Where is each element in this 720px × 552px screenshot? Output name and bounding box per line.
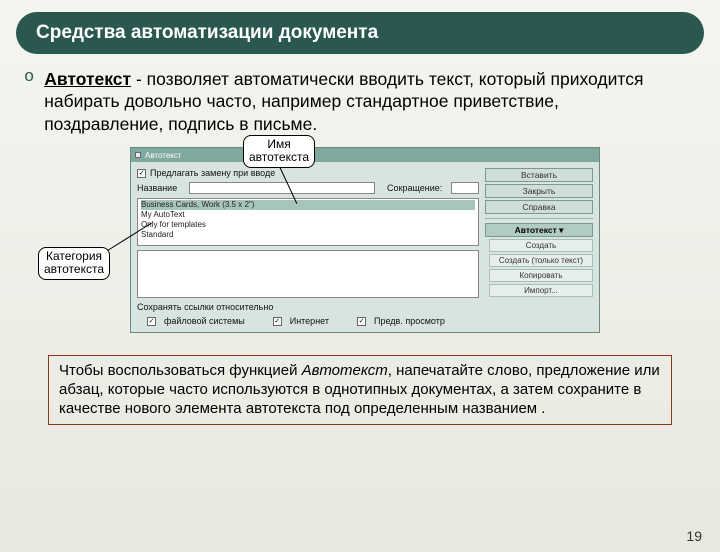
import-button[interactable]: Импорт...: [489, 284, 593, 297]
dialog-title: Автотекст: [145, 151, 182, 160]
screenshot-wrapper: Имя автотекста Категория автотекста Авто…: [48, 147, 682, 333]
callout-category-text: Категория автотекста: [44, 249, 104, 276]
list-item[interactable]: My AutoText: [141, 210, 475, 220]
sys-icon: [135, 152, 141, 158]
callout-name: Имя автотекста: [243, 135, 315, 167]
shortcut-label: Сокращение:: [387, 183, 447, 193]
category-listbox[interactable]: Business Cards, Work (3.5 x 2") My AutoT…: [137, 198, 479, 246]
callout-category: Категория автотекста: [38, 247, 110, 279]
dialog-buttons: Вставить Закрыть Справка Автотекст ▾ Соз…: [485, 168, 593, 326]
list-item[interactable]: Business Cards, Work (3.5 x 2"): [141, 200, 475, 210]
bullet-text: - позволяет автоматически вводить текст,…: [44, 69, 643, 134]
radio-fs: файловой системы: [164, 316, 245, 326]
name-input[interactable]: [189, 182, 375, 194]
autotext-dialog: Автотекст ✓ Предлагать замену при вводе …: [130, 147, 600, 333]
slide-title: Средства автоматизации документа: [36, 22, 378, 43]
note-box: Чтобы воспользоваться функцией Автотекст…: [48, 355, 672, 425]
preview-label: Предв. просмотр: [374, 316, 445, 326]
fs-checkbox[interactable]: ✓: [147, 317, 156, 326]
dialog-left: ✓ Предлагать замену при вводе Название С…: [137, 168, 479, 326]
new-text-button[interactable]: Создать (только текст): [489, 254, 593, 267]
slide-title-bar: Средства автоматизации документа: [16, 12, 704, 54]
page-number: 19: [686, 528, 702, 544]
shortcut-input[interactable]: [451, 182, 479, 194]
radio-inet: Интернет: [290, 316, 329, 326]
new-button[interactable]: Создать: [489, 239, 593, 252]
help-button[interactable]: Справка: [485, 200, 593, 214]
note-prefix: Чтобы воспользоваться функцией: [59, 362, 302, 379]
preview-box: [137, 250, 479, 298]
bullet-marker: o: [24, 68, 34, 135]
close-button[interactable]: Закрыть: [485, 184, 593, 198]
checkbox-row: ✓ Предлагать замену при вводе: [137, 168, 479, 178]
save-links-label: Сохранять ссылки относительно: [137, 302, 273, 312]
bullet-paragraph: Автотекст - позволяет автоматически ввод…: [44, 68, 682, 135]
suggest-label: Предлагать замену при вводе: [150, 168, 275, 178]
name-row: Название Сокращение:: [137, 182, 479, 194]
suggest-checkbox[interactable]: ✓: [137, 169, 146, 178]
save-links-row: Сохранять ссылки относительно: [137, 302, 479, 312]
dialog-body: ✓ Предлагать замену при вводе Название С…: [131, 162, 599, 332]
inet-checkbox[interactable]: ✓: [273, 317, 282, 326]
copy-button[interactable]: Копировать: [489, 269, 593, 282]
button-divider: [485, 218, 593, 219]
preview-checkbox[interactable]: ✓: [357, 317, 366, 326]
content-area: o Автотекст - позволяет автоматически вв…: [0, 54, 720, 333]
radio-row: ✓ файловой системы ✓ Интернет ✓ Предв. п…: [147, 316, 479, 326]
list-item[interactable]: Only for templates: [141, 220, 475, 230]
bullet-item: o Автотекст - позволяет автоматически вв…: [48, 68, 682, 135]
term-autotext: Автотекст: [44, 69, 131, 89]
autotext-button[interactable]: Автотекст ▾: [485, 223, 593, 237]
list-item[interactable]: Standard: [141, 230, 475, 240]
name-label: Название: [137, 183, 185, 193]
callout-name-text: Имя автотекста: [249, 137, 309, 164]
dialog-titlebar: Автотекст: [131, 148, 599, 162]
insert-button[interactable]: Вставить: [485, 168, 593, 182]
note-em: Автотекст: [302, 362, 388, 379]
